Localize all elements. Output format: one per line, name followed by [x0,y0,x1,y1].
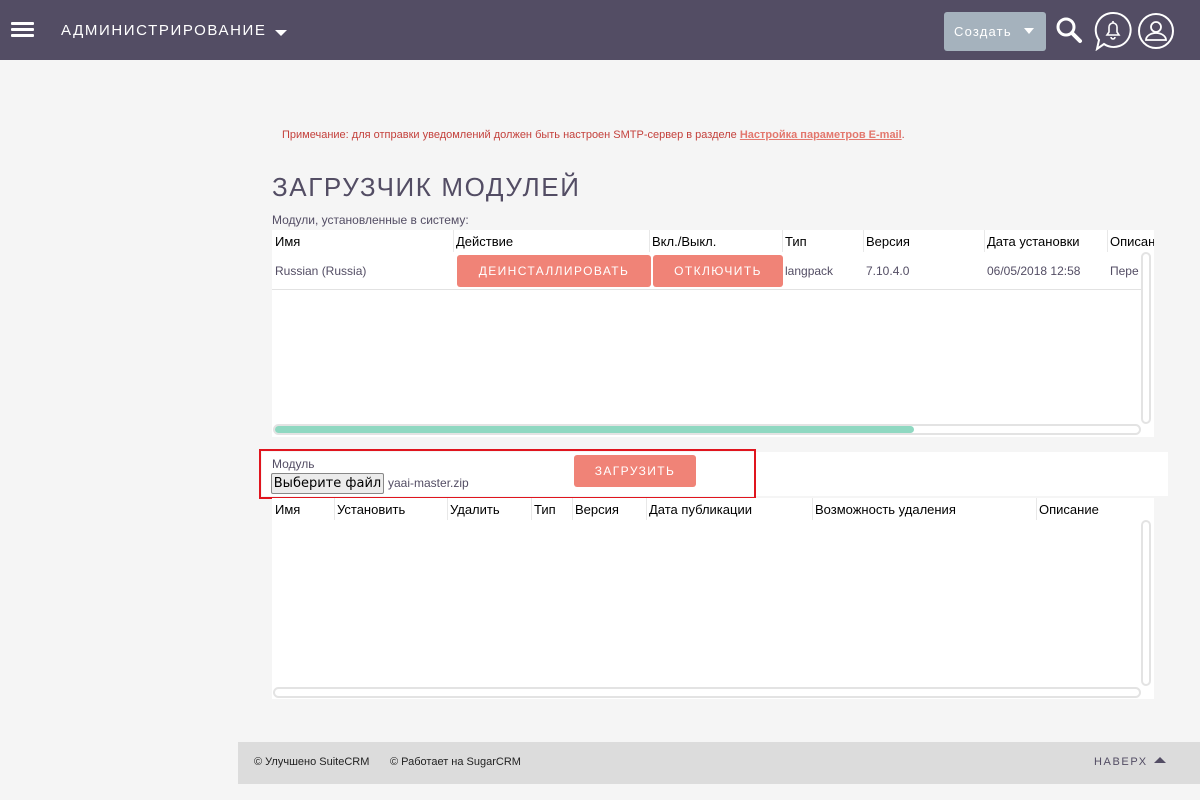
notification-bell-icon[interactable] [1094,11,1132,51]
column-header-description: Описание [1039,502,1099,517]
page-title: ЗАГРУЗЧИК МОДУЛЕЙ [272,172,581,202]
column-header-type: Тип [785,234,807,249]
smtp-notice-suffix: . [901,129,905,141]
column-divider [447,498,448,520]
column-header-version: Версия [866,234,910,249]
column-divider [531,498,532,520]
column-divider [782,230,783,252]
chevron-up-icon [1153,757,1166,764]
installed-modules-caption: Модули, установленные в систему: [272,213,469,227]
column-divider [453,230,454,252]
module-version: 7.10.4.0 [866,264,910,278]
search-icon[interactable] [1055,16,1083,44]
chevron-down-icon [1023,27,1034,34]
module-type: langpack [785,264,834,278]
chevron-down-icon [274,30,287,37]
column-header-install: Установить [337,502,406,517]
row-divider [272,289,1142,290]
module-menu[interactable]: АДМИНИСТРИРОВАНИЕ [61,22,287,39]
horizontal-scrollbar[interactable] [273,687,1141,698]
module-description: Пере [1110,264,1139,278]
column-divider [1107,230,1108,252]
horizontal-scrollbar[interactable] [273,424,1141,435]
choose-file-button[interactable]: Выберите файл [271,473,384,494]
column-header-type: Тип [534,502,556,517]
vertical-scrollbar[interactable] [1141,252,1151,424]
column-divider [812,498,813,520]
column-header-name: Имя [275,234,301,249]
installed-modules-table: Имя Действие Вкл./Выкл. Тип Версия Дата … [272,230,1154,437]
upload-button[interactable]: ЗАГРУЗИТЬ [574,455,696,487]
smtp-notice-text: Примечание: для отправки уведомлений дол… [282,129,740,141]
column-divider [649,230,650,252]
sugarcrm-credit[interactable]: © Работает на SugarCRM [390,756,521,768]
column-divider [334,498,335,520]
user-avatar-icon[interactable] [1137,12,1175,50]
suitecrm-credit[interactable]: © Улучшено SuiteCRM [254,756,369,768]
column-divider [572,498,573,520]
column-header-description: Описание [1110,234,1154,249]
column-header-delete: Удалить [450,502,500,517]
module-name: Russian (Russia) [275,264,367,278]
vertical-scrollbar[interactable] [1141,520,1151,686]
menu-icon[interactable] [11,21,35,39]
create-button-label: Создать [954,24,1012,39]
column-header-version: Версия [575,502,619,517]
top-navigation-bar: АДМИНИСТРИРОВАНИЕ Создать [0,0,1200,60]
column-header-action: Действие [456,234,514,249]
back-to-top-label: НАВЕРХ [1094,756,1148,768]
horizontal-scrollbar-thumb[interactable] [275,426,914,433]
module-install-date: 06/05/2018 12:58 [987,264,1081,278]
column-divider [863,230,864,252]
column-header-install-date: Дата установки [987,234,1080,249]
column-header-name: Имя [275,502,301,517]
create-button[interactable]: Создать [944,12,1046,51]
column-divider [646,498,647,520]
footer: © Улучшено SuiteCRM © Работает на SugarC… [238,742,1200,784]
module-title-label: АДМИНИСТРИРОВАНИЕ [61,22,267,39]
column-header-removable: Возможность удаления [815,502,956,517]
column-divider [1036,498,1037,520]
email-settings-link[interactable]: Настройка параметров E-mail [740,129,902,141]
selected-file-name: yaai-master.zip [388,476,469,490]
module-upload-label: Модуль [272,457,315,471]
smtp-notice: Примечание: для отправки уведомлений дол… [282,129,905,141]
disable-button[interactable]: ОТКЛЮЧИТЬ [653,255,783,287]
available-modules-table: Имя Установить Удалить Тип Версия Дата п… [272,498,1154,699]
column-divider [984,230,985,252]
uninstall-button[interactable]: ДЕИНСТАЛЛИРОВАТЬ [457,255,651,287]
column-header-publish-date: Дата публикации [649,502,752,517]
back-to-top-link[interactable]: НАВЕРХ [1094,756,1166,768]
column-header-toggle: Вкл./Выкл. [652,234,717,249]
